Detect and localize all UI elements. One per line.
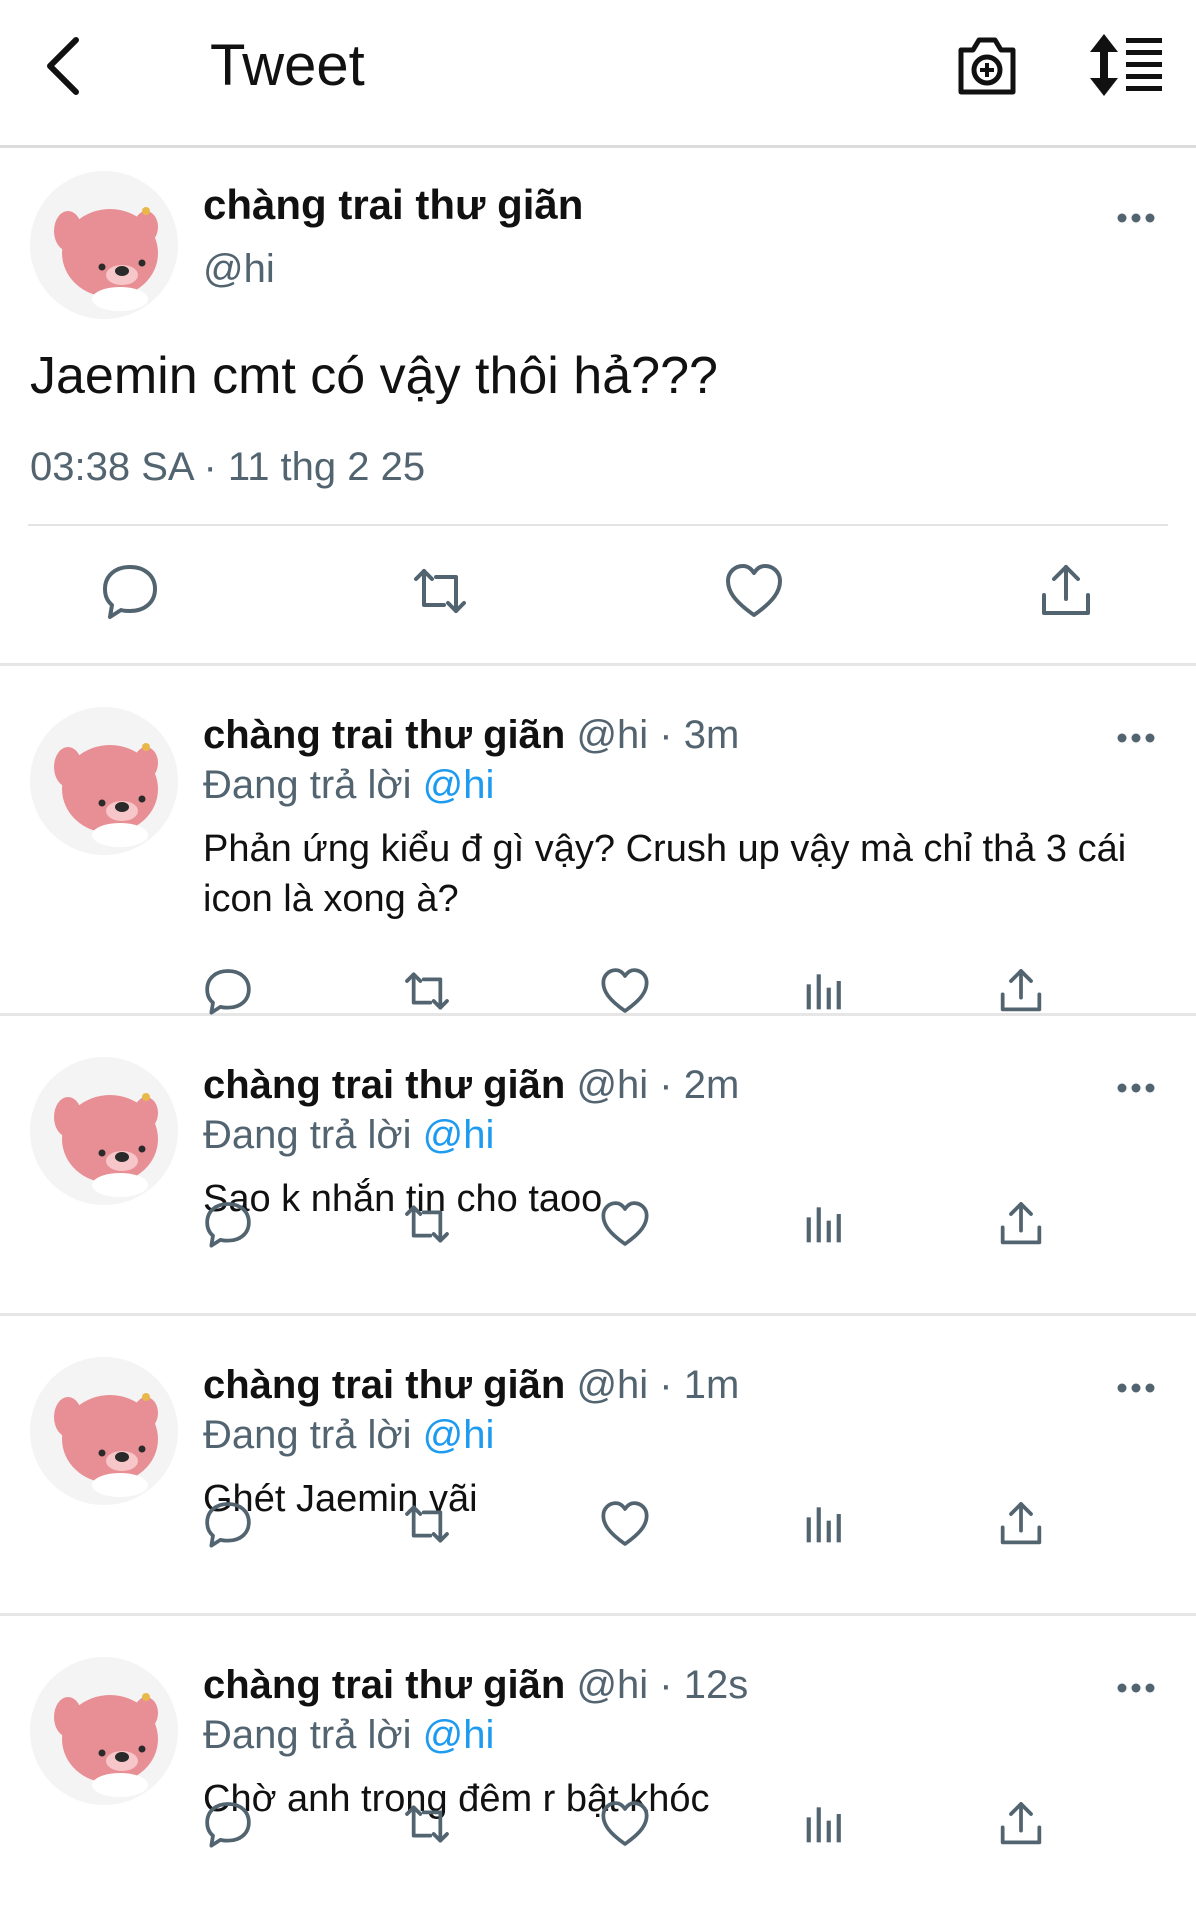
page-title: Tweet [210, 33, 365, 98]
retweet-icon[interactable] [402, 1499, 452, 1549]
replying-to: Đang trả lời @hi [203, 759, 494, 811]
tweet-text: Jaemin cmt có vậy thôi hả??? [30, 347, 718, 405]
replying-label: Đang trả lời [203, 1713, 423, 1757]
reply-tweet[interactable]: chàng trai thư giãn @hi · 1m Đang trả lờ… [0, 1319, 1196, 1616]
tweet-actions [0, 561, 1196, 631]
replying-label: Đang trả lời [203, 763, 423, 807]
avatar[interactable] [30, 171, 178, 319]
reply-actions [0, 1799, 1196, 1859]
reply-tweet[interactable]: chàng trai thư giãn @hi · 3m Đang trả lờ… [0, 669, 1196, 1016]
share-icon[interactable] [1036, 561, 1096, 621]
reply-icon[interactable] [203, 1199, 253, 1249]
mention-link[interactable]: @hi [423, 1113, 495, 1157]
replying-to: Đang trả lời @hi [203, 1109, 494, 1161]
retweet-icon[interactable] [402, 1199, 452, 1249]
like-icon[interactable] [724, 561, 784, 621]
share-icon[interactable] [996, 1199, 1046, 1249]
analytics-icon[interactable] [800, 966, 850, 1016]
reply-header: chàng trai thư giãn @hi · 1m [203, 1359, 739, 1411]
retweet-icon[interactable] [402, 966, 452, 1016]
reply-icon[interactable] [203, 966, 253, 1016]
avatar[interactable] [30, 707, 178, 855]
tweet-timestamp: 03:38 SA · 11 thg 2 25 [30, 445, 426, 489]
back-arrow-icon[interactable] [40, 30, 88, 102]
author-handle-time[interactable]: @hi · 1m [565, 1363, 739, 1407]
reply-tweet[interactable]: chàng trai thư giãn @hi · 12s Đang trả l… [0, 1619, 1196, 1920]
share-icon[interactable] [996, 966, 1046, 1016]
reply-icon[interactable] [203, 1799, 253, 1849]
author-handle-time[interactable]: @hi · 3m [565, 713, 739, 757]
main-tweet: chàng trai thư giãn @hi Jaemin cmt có vậ… [0, 151, 1196, 666]
mention-link[interactable]: @hi [423, 1713, 495, 1757]
author-handle-time[interactable]: @hi · 2m [565, 1063, 739, 1107]
camera-plus-icon[interactable] [955, 32, 1019, 100]
reply-actions [0, 1499, 1196, 1559]
divider [28, 524, 1168, 526]
like-icon[interactable] [600, 1799, 650, 1849]
analytics-icon[interactable] [800, 1499, 850, 1549]
share-icon[interactable] [996, 1499, 1046, 1549]
like-icon[interactable] [600, 966, 650, 1016]
reply-header: chàng trai thư giãn @hi · 2m [203, 1059, 739, 1111]
reply-actions [0, 966, 1196, 1026]
top-bar: Tweet [0, 0, 1196, 148]
analytics-icon[interactable] [800, 1199, 850, 1249]
reply-text: Phản ứng kiểu đ gì vậy? Crush up vậy mà … [203, 828, 1127, 920]
avatar[interactable] [30, 1057, 178, 1205]
analytics-icon[interactable] [800, 1799, 850, 1849]
retweet-icon[interactable] [402, 1799, 452, 1849]
reply-actions [0, 1199, 1196, 1259]
share-icon[interactable] [996, 1799, 1046, 1849]
like-icon[interactable] [600, 1499, 650, 1549]
more-options-icon[interactable] [1116, 731, 1156, 745]
more-options-icon[interactable] [1116, 211, 1156, 225]
reply-tweet[interactable]: chàng trai thư giãn @hi · 2m Đang trả lờ… [0, 1019, 1196, 1316]
author-name[interactable]: chàng trai thư giãn [203, 713, 565, 757]
mention-link[interactable]: @hi [423, 1413, 495, 1457]
reply-header: chàng trai thư giãn @hi · 12s [203, 1659, 748, 1711]
mention-link[interactable]: @hi [423, 763, 495, 807]
retweet-icon[interactable] [410, 561, 470, 621]
author-name[interactable]: chàng trai thư giãn [203, 1363, 565, 1407]
author-handle-time[interactable]: @hi · 12s [565, 1663, 748, 1707]
more-options-icon[interactable] [1116, 1681, 1156, 1695]
more-options-icon[interactable] [1116, 1081, 1156, 1095]
replying-to: Đang trả lời @hi [203, 1409, 494, 1461]
like-icon[interactable] [600, 1199, 650, 1249]
reply-header: chàng trai thư giãn @hi · 3m [203, 709, 739, 761]
author-name[interactable]: chàng trai thư giãn [203, 1663, 565, 1707]
reply-icon[interactable] [100, 561, 160, 621]
replying-label: Đang trả lời [203, 1113, 423, 1157]
avatar[interactable] [30, 1657, 178, 1805]
author-name[interactable]: chàng trai thư giãn [203, 177, 583, 233]
replying-label: Đang trả lời [203, 1413, 423, 1457]
avatar[interactable] [30, 1357, 178, 1505]
more-options-icon[interactable] [1116, 1381, 1156, 1395]
author-name[interactable]: chàng trai thư giãn [203, 1063, 565, 1107]
replying-to: Đang trả lời @hi [203, 1709, 494, 1761]
reply-icon[interactable] [203, 1499, 253, 1549]
sort-lines-icon[interactable] [1090, 34, 1164, 96]
author-handle[interactable]: @hi [203, 243, 275, 295]
